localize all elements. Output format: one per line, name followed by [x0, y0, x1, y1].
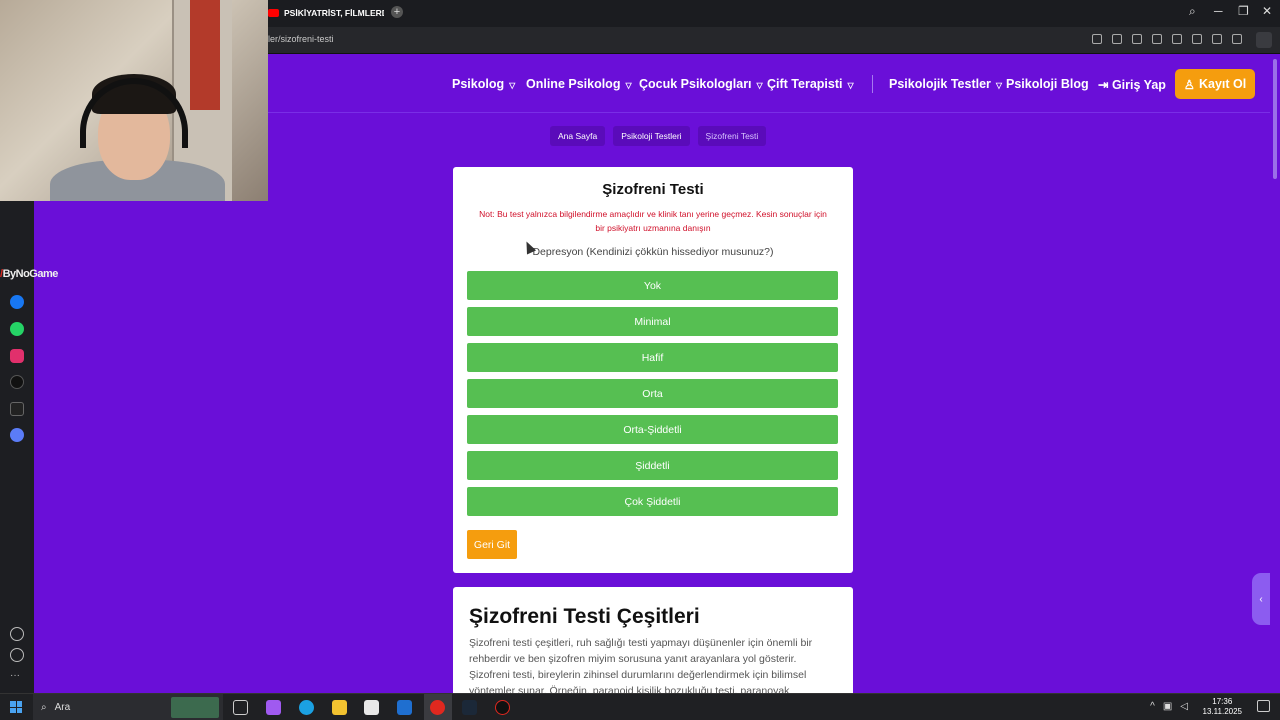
clock-date: 13.11.2025: [1202, 707, 1242, 716]
article-card: Şizofreni Testi Çeşitleri Şizofreni test…: [453, 587, 853, 697]
search-placeholder: Ara: [54, 702, 71, 713]
search-highlight-image: [171, 697, 219, 718]
breadcrumb: Ana Sayfa Psikoloji Testleri Şizofreni T…: [550, 126, 767, 146]
test-title: Şizofreni Testi: [602, 181, 704, 198]
taskbar-search[interactable]: ⌕ Ara: [33, 694, 223, 720]
edge-icon[interactable]: [299, 700, 314, 715]
nav-psikoloji-blog[interactable]: Psikoloji Blog: [1006, 77, 1089, 91]
tiktok-icon[interactable]: [10, 375, 24, 389]
obs-icon[interactable]: [495, 700, 510, 715]
network-icon[interactable]: ▣: [1163, 701, 1172, 712]
whatsapp-icon[interactable]: [10, 322, 24, 336]
login-icon: ⇥: [1098, 78, 1112, 92]
instagram-icon[interactable]: [10, 349, 24, 363]
chevron-down-icon: ▽: [756, 81, 763, 90]
taskbar-clock[interactable]: 17:36 13.11.2025: [1203, 697, 1242, 717]
test-card: Şizofreni Testi Not: Bu test yalnızca bi…: [453, 167, 853, 573]
page-scrollbar[interactable]: [1270, 55, 1280, 693]
option-button[interactable]: Şiddetli: [467, 451, 838, 480]
toolbar-icons: [1092, 34, 1242, 44]
nav-online-psikolog[interactable]: Online Psikolog ▽: [526, 77, 632, 91]
steam-icon[interactable]: [462, 700, 477, 715]
notification-icon[interactable]: [1257, 700, 1270, 712]
search-icon: ⌕: [41, 702, 47, 713]
breadcrumb-home[interactable]: Ana Sayfa: [550, 126, 606, 146]
history-icon[interactable]: [10, 648, 24, 662]
file-explorer-icon[interactable]: [332, 700, 347, 715]
windows-taskbar: ⌕ Ara ^ ▣ ◁ 17:36 13.11.2025: [0, 693, 1280, 720]
download-icon[interactable]: [1192, 34, 1202, 44]
restore-button[interactable]: ❐: [1238, 4, 1249, 18]
play-icon[interactable]: [1152, 34, 1162, 44]
nav-cocuk-psikologlari[interactable]: Çocuk Psikologları ▽: [639, 77, 763, 91]
option-button[interactable]: Minimal: [467, 307, 838, 336]
chevron-down-icon: ▽: [509, 81, 516, 90]
x-icon[interactable]: [10, 402, 24, 416]
nav-divider: [872, 75, 873, 93]
mail-icon[interactable]: [397, 700, 412, 715]
bynogame-overlay-logo: /ByNoGame: [0, 268, 58, 280]
nav-cift-terapisti[interactable]: Çift Terapisti ▽: [767, 77, 854, 91]
close-button[interactable]: ✕: [1262, 4, 1272, 18]
task-view-icon[interactable]: [233, 700, 248, 715]
option-button[interactable]: Çok Şiddetli: [467, 487, 838, 516]
edit-icon[interactable]: [1092, 34, 1102, 44]
option-button[interactable]: Orta-Şiddetli: [467, 415, 838, 444]
login-button[interactable]: ⇥ Giriş Yap: [1098, 77, 1166, 92]
article-title: Şizofreni Testi Çeşitleri: [469, 605, 700, 628]
opera-icon[interactable]: [430, 700, 445, 715]
copilot-icon[interactable]: [266, 700, 281, 715]
user-plus-icon: ♙: [1183, 77, 1195, 92]
youtube-icon: [268, 9, 279, 17]
option-button[interactable]: Yok: [467, 271, 838, 300]
speaker-icon[interactable]: ◁: [1180, 701, 1188, 712]
new-tab-button[interactable]: +: [391, 6, 403, 18]
url-field[interactable]: ler/sizofreni-testi: [268, 34, 334, 44]
chevron-down-icon: ▽: [625, 81, 632, 90]
windows-start-icon[interactable]: [10, 701, 22, 713]
heart-icon[interactable]: [1172, 34, 1182, 44]
nav-psikolog[interactable]: Psikolog ▽: [452, 77, 515, 91]
webcam-overlay: [0, 0, 268, 201]
back-button[interactable]: Geri Git: [467, 530, 517, 559]
option-button[interactable]: Orta: [467, 379, 838, 408]
disclaimer-note: Not: Bu test yalnızca bilgilendirme amaç…: [479, 209, 827, 233]
store-icon[interactable]: [364, 700, 379, 715]
breadcrumb-current: Şizofreni Testi: [697, 126, 767, 146]
minimize-button[interactable]: ─: [1214, 4, 1223, 18]
menu-icon[interactable]: [1212, 34, 1222, 44]
breadcrumb-tests[interactable]: Psikoloji Testleri: [613, 126, 690, 146]
system-tray: ^ ▣ ◁: [1150, 701, 1188, 712]
question-text: Depresyon (Kendinizi çökkün hissediyor m…: [532, 246, 774, 258]
extension-icon[interactable]: [1256, 32, 1272, 48]
search-tabs-icon[interactable]: ⌕: [1189, 4, 1196, 19]
shield-icon[interactable]: [1132, 34, 1142, 44]
messenger-icon[interactable]: [10, 295, 24, 309]
browser-tab[interactable]: PSİKİYATRİST, FİLMLERDE: [268, 3, 384, 23]
nav-psikolojik-testler[interactable]: Psikolojik Testler ▽: [889, 77, 1002, 91]
more-icon[interactable]: ···: [10, 671, 24, 685]
background-banner: [190, 0, 220, 110]
profile-icon[interactable]: [1232, 34, 1242, 44]
chevron-left-icon: ‹: [1259, 593, 1263, 605]
option-button[interactable]: Hafif: [467, 343, 838, 372]
chevron-up-icon[interactable]: ^: [1150, 701, 1155, 712]
side-panel-toggle[interactable]: ‹: [1252, 573, 1270, 625]
signup-button[interactable]: ♙ Kayıt Ol: [1175, 69, 1255, 99]
clock-time: 17:36: [1212, 697, 1233, 706]
music-player-icon[interactable]: [10, 428, 24, 442]
scrollbar-thumb[interactable]: [1273, 59, 1277, 179]
chevron-down-icon: ▽: [995, 81, 1003, 90]
heart-icon[interactable]: [10, 627, 24, 641]
chevron-down-icon: ▽: [847, 81, 854, 90]
camera-icon[interactable]: [1112, 34, 1122, 44]
article-body: Şizofreni testi çeşitleri, ruh sağlığı t…: [469, 637, 813, 697]
browser-tab-title: PSİKİYATRİST, FİLMLERDE: [284, 8, 384, 18]
